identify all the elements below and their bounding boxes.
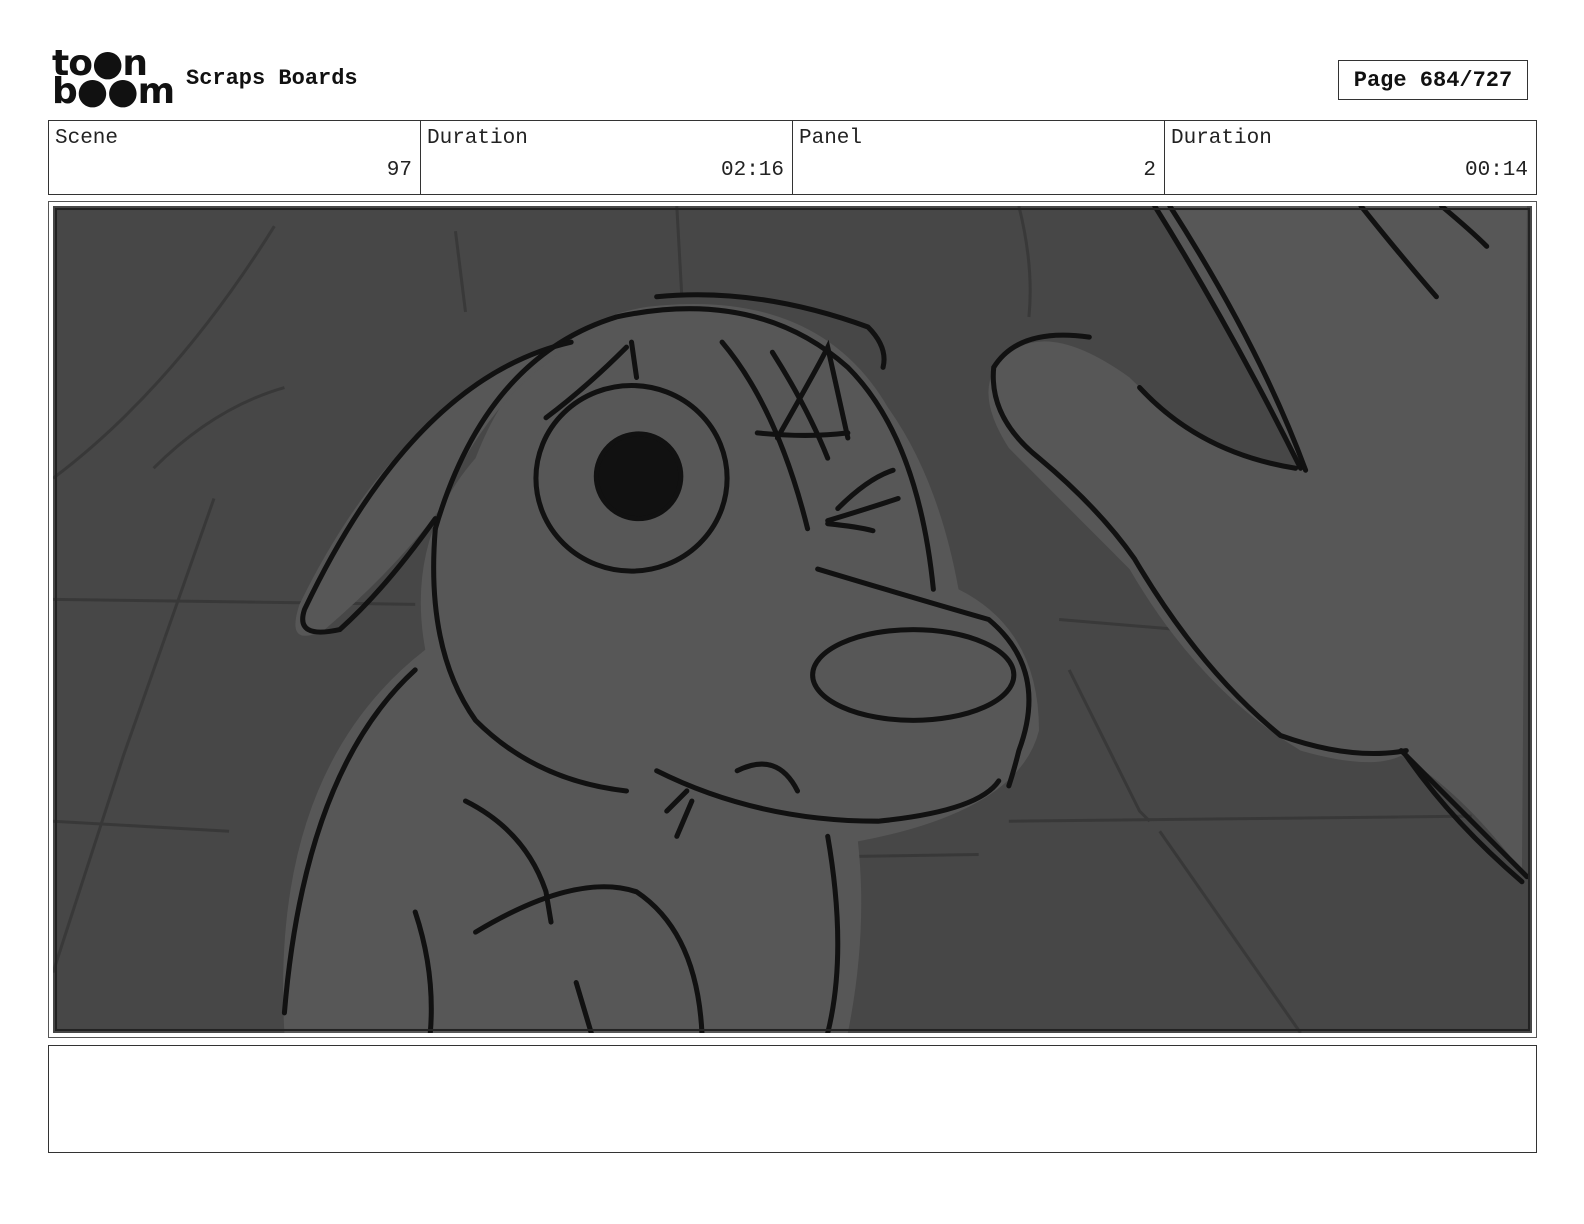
document-title: Scraps Boards (186, 66, 358, 91)
scene-cell: Scene 97 (49, 121, 421, 194)
scene-duration-value: 02:16 (720, 159, 784, 182)
storyboard-panel (48, 201, 1537, 1038)
toon-boom-logo: to●n b●●m (52, 46, 175, 112)
panel-notes (48, 1045, 1537, 1153)
panel-label: Panel (799, 127, 863, 150)
panel-cell: Panel 2 (793, 121, 1165, 194)
panel-duration-label: Duration (1171, 127, 1272, 150)
panel-duration-value: 00:14 (1464, 159, 1528, 182)
logo-line-2: b●●m (52, 71, 175, 112)
scene-value: 97 (386, 159, 412, 182)
scene-duration-cell: Duration 02:16 (421, 121, 793, 194)
storyboard-sketch-dog-icon (53, 206, 1532, 1033)
panel-value: 2 (1143, 159, 1156, 182)
page-number: Page 684/727 (1338, 60, 1528, 100)
panel-duration-cell: Duration 00:14 (1165, 121, 1536, 194)
scene-duration-label: Duration (427, 127, 528, 150)
scene-label: Scene (55, 127, 119, 150)
sketch-drawing (53, 206, 1530, 1033)
scene-info-table: Scene 97 Duration 02:16 Panel 2 Duration… (48, 120, 1537, 195)
